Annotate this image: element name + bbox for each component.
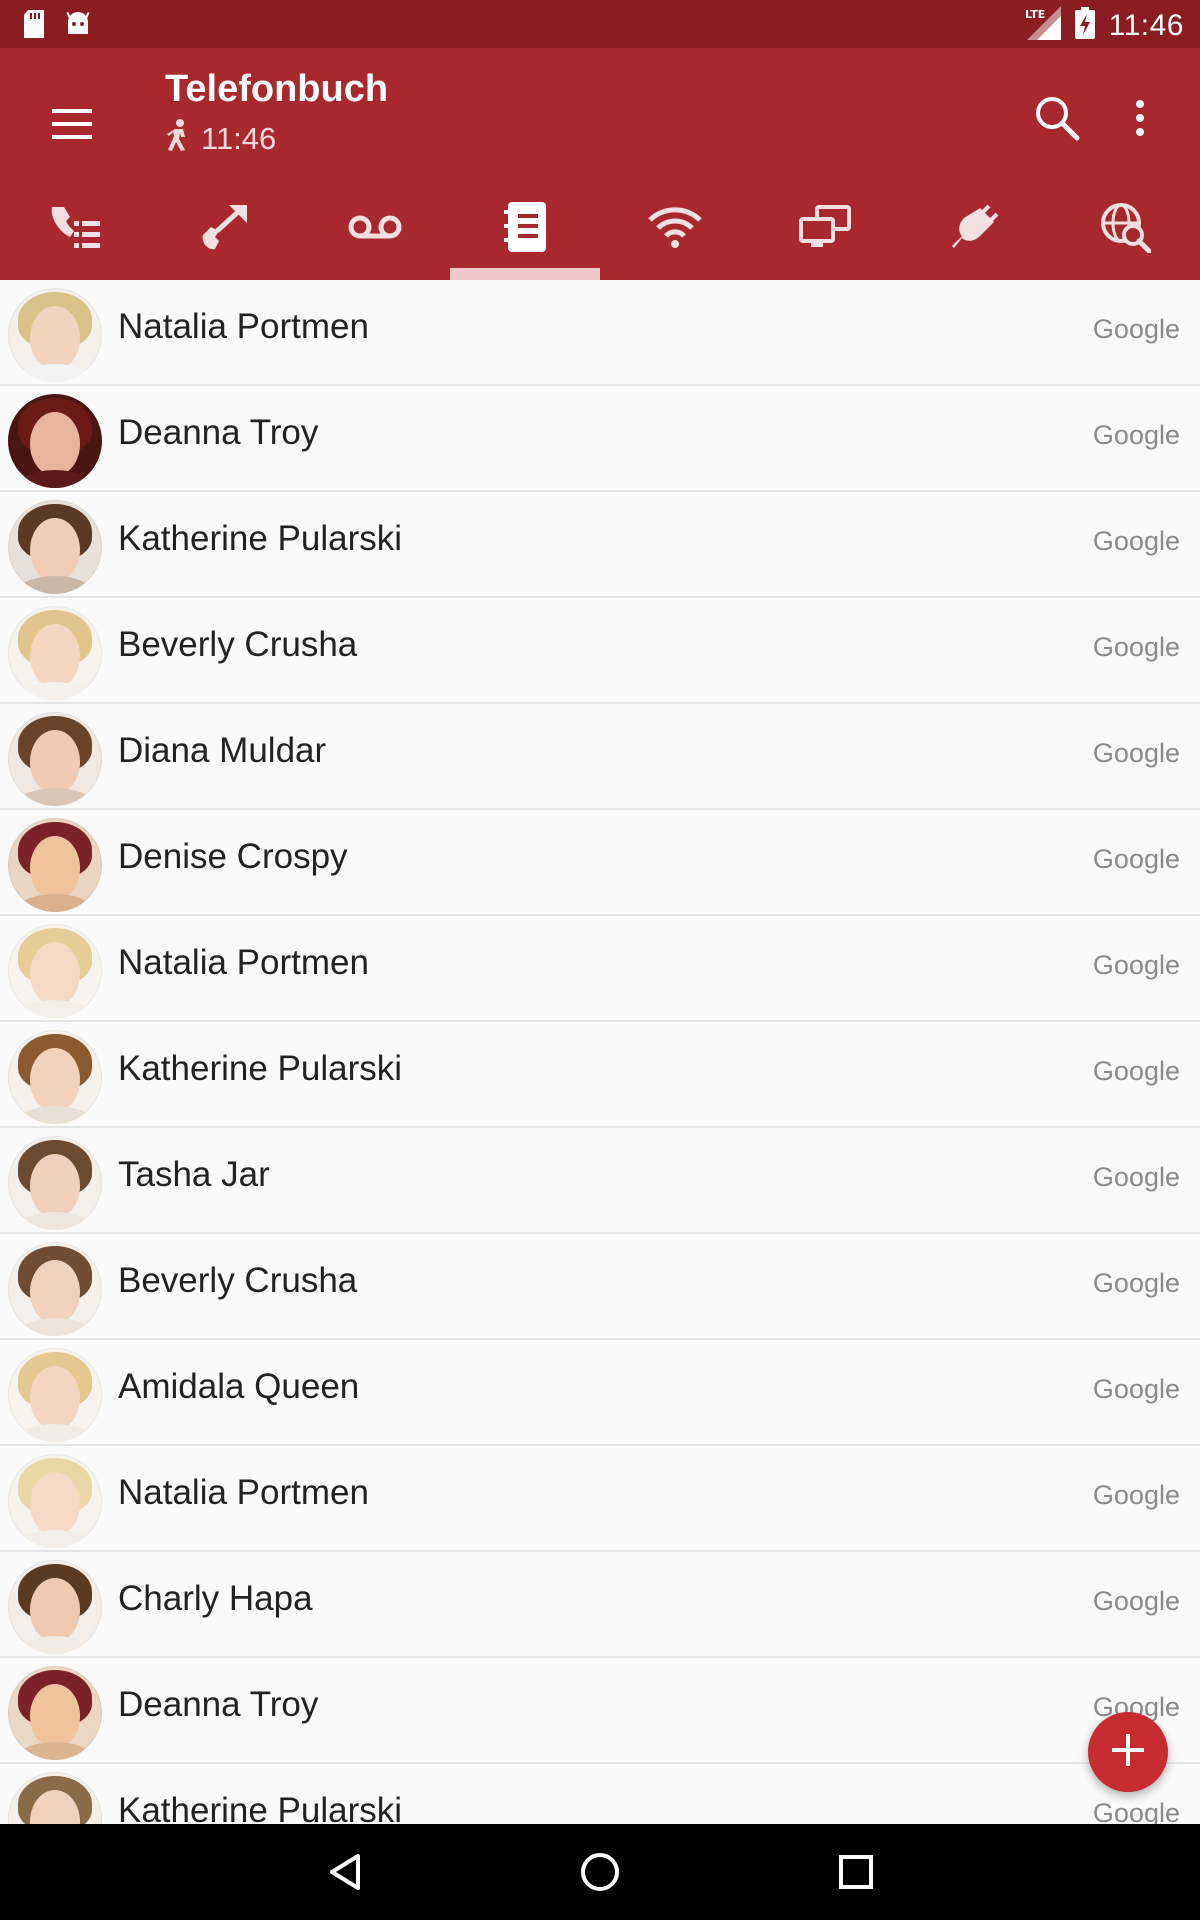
contact-name: Natalia Portmen <box>118 1473 369 1512</box>
battery-charging-icon <box>1074 7 1095 44</box>
sd-card-icon <box>22 10 46 43</box>
contact-account: Google <box>1092 1374 1180 1404</box>
tab-phonebook[interactable] <box>450 178 600 280</box>
contact-account: Google <box>1092 1798 1180 1824</box>
contact-row[interactable]: Diana Muldar Google <box>0 704 1200 810</box>
avatar[interactable] <box>8 1242 102 1336</box>
status-bar: LTE 11:46 <box>0 0 1200 48</box>
contact-list[interactable]: Natalia Portmen Google Deanna Troy Google Ka… <box>0 280 1200 1824</box>
contact-name: Beverly Crusha <box>118 1261 358 1300</box>
contact-name: Deanna Troy <box>118 1685 319 1724</box>
avatar[interactable] <box>8 712 102 806</box>
tab-network-devices[interactable] <box>750 178 900 280</box>
avatar[interactable] <box>8 288 102 382</box>
contact-row[interactable]: Katherine Pularski Google <box>0 492 1200 598</box>
contact-name: Natalia Portmen <box>118 307 369 346</box>
avatar[interactable] <box>8 1348 102 1442</box>
status-time: 11:46 <box>1108 8 1184 42</box>
contact-row[interactable]: Katherine Pularski Google <box>0 1764 1200 1824</box>
avatar[interactable] <box>8 500 102 594</box>
tab-call-list[interactable] <box>0 178 150 280</box>
contact-row[interactable]: Beverly Crusha Google <box>0 598 1200 704</box>
call-forward-icon <box>199 201 251 258</box>
contact-account: Google <box>1092 420 1180 450</box>
back-icon[interactable] <box>315 1842 375 1902</box>
tab-web-search[interactable] <box>1050 178 1200 280</box>
contact-account: Google <box>1092 1480 1180 1510</box>
contact-row[interactable]: Charly Hapa Google <box>0 1552 1200 1658</box>
avatar[interactable] <box>8 606 102 700</box>
contact-row[interactable]: Denise Crospy Google <box>0 810 1200 916</box>
contact-name: Tasha Jar <box>118 1155 270 1194</box>
contact-name: Beverly Crusha <box>118 625 358 664</box>
tab-call-forward[interactable] <box>150 178 300 280</box>
network-label: LTE <box>1025 8 1045 21</box>
walking-person-icon <box>165 119 191 159</box>
recents-icon[interactable] <box>826 1842 886 1902</box>
avatar[interactable] <box>8 1030 102 1124</box>
contact-account: Google <box>1092 526 1180 556</box>
android-debug-icon <box>64 10 92 43</box>
web-search-icon <box>1099 201 1152 258</box>
contact-row[interactable]: Tasha Jar Google <box>0 1128 1200 1234</box>
network-devices-icon <box>799 204 851 254</box>
contact-name: Denise Crospy <box>118 837 348 876</box>
avatar[interactable] <box>8 1560 102 1654</box>
avatar[interactable] <box>8 818 102 912</box>
add-contact-button[interactable] <box>1088 1712 1168 1792</box>
contact-name: Katherine Pularski <box>118 1791 403 1824</box>
search-icon[interactable] <box>1025 86 1089 150</box>
contact-account: Google <box>1092 738 1180 768</box>
avatar[interactable] <box>8 1136 102 1230</box>
avatar[interactable] <box>8 1454 102 1548</box>
home-icon[interactable] <box>570 1842 630 1902</box>
contact-row[interactable]: Natalia Portmen Google <box>0 916 1200 1022</box>
smart-plug-icon <box>950 202 1000 257</box>
voicemail-icon <box>348 212 402 247</box>
tab-bar <box>0 178 1200 280</box>
contact-name: Diana Muldar <box>118 731 327 770</box>
contact-row[interactable]: Katherine Pularski Google <box>0 1022 1200 1128</box>
contact-account: Google <box>1092 1056 1180 1086</box>
tab-wifi[interactable] <box>600 178 750 280</box>
contact-account: Google <box>1092 1268 1180 1298</box>
app-subtitle: 11:46 <box>201 121 277 156</box>
tab-voicemail[interactable] <box>300 178 450 280</box>
add-icon <box>1110 1732 1146 1773</box>
contact-row[interactable]: Amidala Queen Google <box>0 1340 1200 1446</box>
contact-account: Google <box>1092 1162 1180 1192</box>
contact-name: Charly Hapa <box>118 1579 313 1618</box>
menu-icon[interactable] <box>40 92 104 156</box>
contact-row[interactable]: Deanna Troy Google <box>0 1658 1200 1764</box>
avatar[interactable] <box>8 394 102 488</box>
contact-row[interactable]: Natalia Portmen Google <box>0 1446 1200 1552</box>
contact-name: Amidala Queen <box>118 1367 360 1406</box>
app-bar: Telefonbuch 11:46 <box>0 48 1200 280</box>
call-list-icon <box>48 203 102 256</box>
contact-account: Google <box>1092 632 1180 662</box>
contact-name: Deanna Troy <box>118 413 319 452</box>
avatar[interactable] <box>8 1772 102 1824</box>
contact-row[interactable]: Natalia Portmen Google <box>0 280 1200 386</box>
avatar[interactable] <box>8 1666 102 1760</box>
contact-name: Natalia Portmen <box>118 943 369 982</box>
lte-signal-icon: LTE <box>1025 6 1061 45</box>
wifi-icon <box>648 206 702 253</box>
avatar[interactable] <box>8 924 102 1018</box>
contact-account: Google <box>1092 314 1180 344</box>
contact-row[interactable]: Deanna Troy Google <box>0 386 1200 492</box>
tab-smart-plug[interactable] <box>900 178 1050 280</box>
more-vert-icon[interactable] <box>1110 86 1170 150</box>
title-area: Telefonbuch 11:46 <box>165 68 388 159</box>
contact-account: Google <box>1092 950 1180 980</box>
phonebook-icon <box>504 201 546 257</box>
contact-name: Katherine Pularski <box>118 1049 403 1088</box>
app-subtitle-row: 11:46 <box>165 119 388 159</box>
navigation-bar <box>0 1824 1200 1920</box>
contact-account: Google <box>1092 844 1180 874</box>
contact-account: Google <box>1092 1586 1180 1616</box>
contact-name: Katherine Pularski <box>118 519 403 558</box>
app-title: Telefonbuch <box>165 68 389 110</box>
contact-row[interactable]: Beverly Crusha Google <box>0 1234 1200 1340</box>
